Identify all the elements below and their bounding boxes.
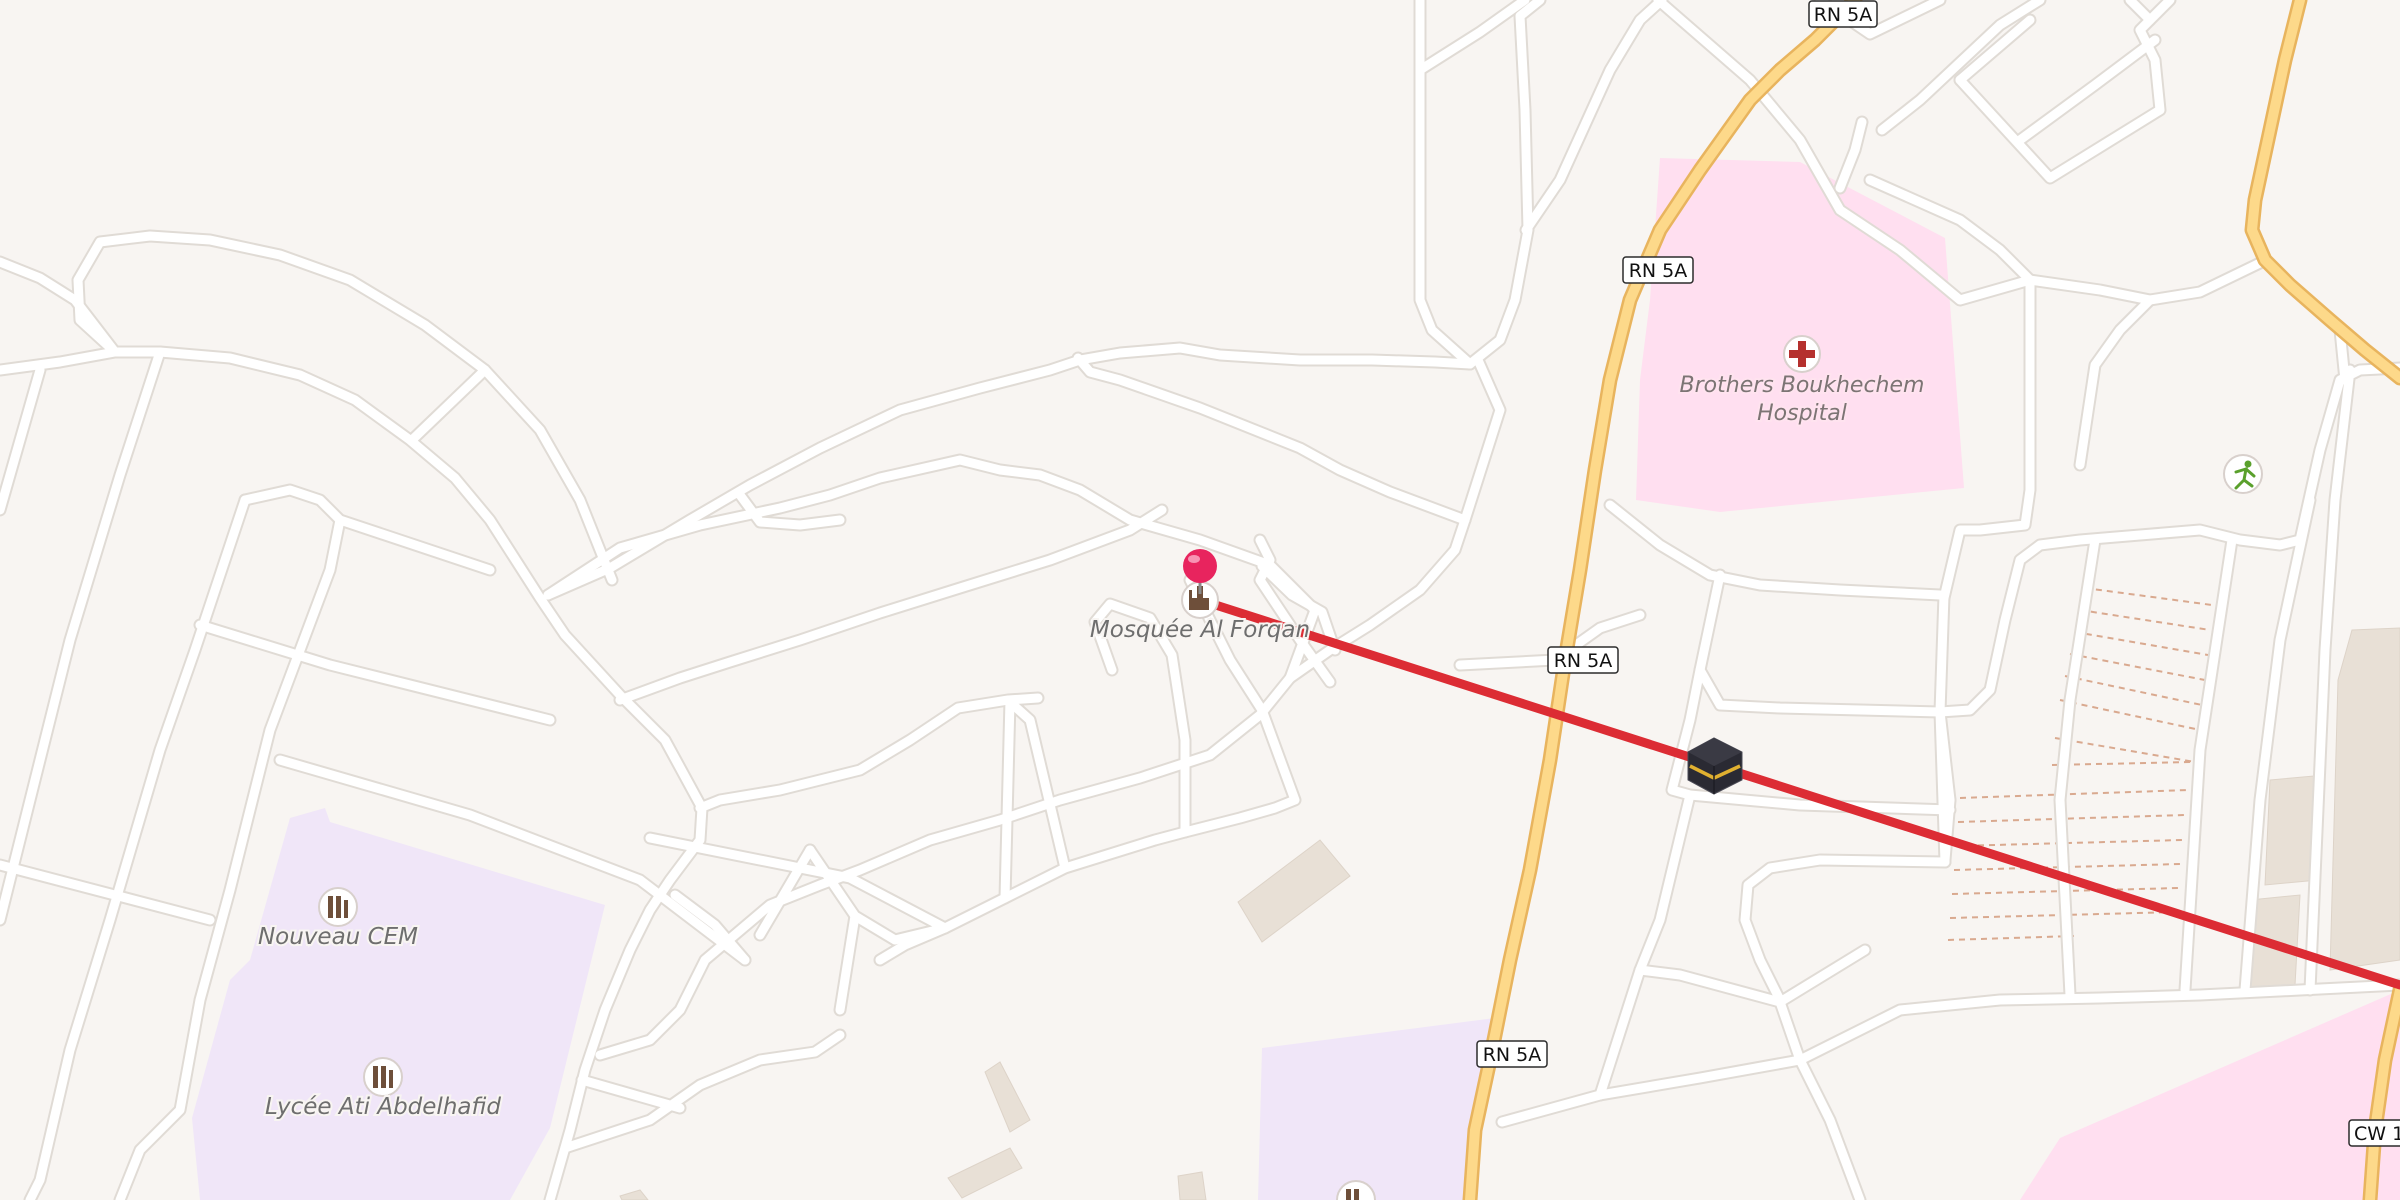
school-area-cem bbox=[192, 808, 605, 1200]
hospital-label[interactable]: Hospital bbox=[1755, 399, 1849, 428]
school-area-south bbox=[1258, 1018, 1495, 1200]
hospital-area bbox=[1636, 158, 1964, 512]
school-label-cem[interactable]: Nouveau CEM bbox=[256, 922, 420, 952]
road-shield: RN 5A bbox=[1476, 1040, 1548, 1068]
road-shield: RN 5A bbox=[1547, 646, 1619, 674]
sport-runner-icon[interactable] bbox=[2223, 454, 2263, 494]
school-label-lycee[interactable]: Lycée Ati Abdelhafid bbox=[263, 1092, 503, 1122]
hospital-cross-icon[interactable] bbox=[1783, 335, 1821, 373]
hospital-label[interactable]: Brothers Boukhechem bbox=[1678, 371, 1927, 400]
mosque-label[interactable]: Mosquée Al Forqan bbox=[1088, 615, 1312, 645]
road-shield: RN 5A bbox=[1808, 0, 1878, 28]
svg-text:CW 1: CW 1 bbox=[2354, 1123, 2400, 1145]
svg-text:RN 5A: RN 5A bbox=[1629, 260, 1688, 282]
svg-text:RN 5A: RN 5A bbox=[1814, 4, 1873, 26]
road-shield: RN 5A bbox=[1622, 256, 1694, 284]
map-view[interactable]: RN 5A RN 5A RN 5A RN 5A CW 1 Brothers Bo… bbox=[0, 0, 2400, 1200]
road-shield: CW 1 bbox=[2348, 1119, 2400, 1147]
map-canvas[interactable]: RN 5A RN 5A RN 5A RN 5A CW 1 Brothers Bo… bbox=[0, 0, 2400, 1200]
svg-text:RN 5A: RN 5A bbox=[1483, 1044, 1542, 1066]
kaaba-icon[interactable] bbox=[1687, 737, 1743, 795]
hospital-area-southeast bbox=[2020, 990, 2400, 1200]
school-icon[interactable] bbox=[318, 887, 358, 927]
school-icon[interactable] bbox=[363, 1057, 403, 1097]
svg-text:RN 5A: RN 5A bbox=[1554, 650, 1613, 672]
